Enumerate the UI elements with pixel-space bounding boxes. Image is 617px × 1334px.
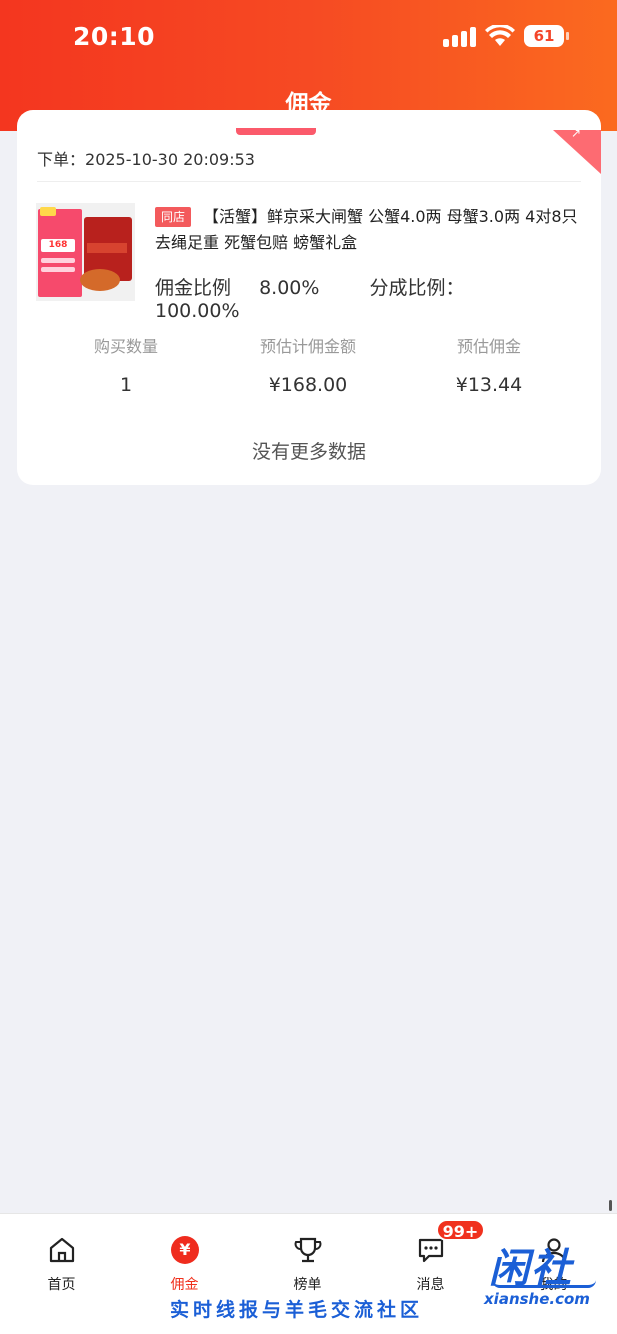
stat-label: 预估计佣金额 xyxy=(259,337,356,356)
corner-ribbon-mark-icon: ↗ xyxy=(570,126,581,140)
corner-ribbon xyxy=(553,130,601,174)
watermark-swoosh xyxy=(492,1280,596,1288)
tab-home[interactable]: 首页 xyxy=(0,1214,123,1304)
rates-row: 佣金比例 8.00% 分成比例： 100.00% xyxy=(155,273,601,322)
stat-estimated-commission: 预估佣金 ¥13.44 xyxy=(394,333,584,396)
message-badge: 99+ xyxy=(436,1219,485,1241)
commission-rate: 佣金比例 8.00% xyxy=(155,277,341,299)
shop-tag: 同店 xyxy=(155,207,191,227)
no-more-data-text: 没有更多数据 xyxy=(251,441,366,463)
order-card[interactable]: ↗ 下单：2025-10-30 20:09:53 168 【活蟹】鲜京采大闸蟹 … xyxy=(17,110,601,485)
stat-value: ¥168.00 xyxy=(268,374,348,396)
battery-icon: 61 xyxy=(524,25,569,47)
order-time: 下单：2025-10-30 20:09:53 xyxy=(37,146,255,170)
battery-level: 61 xyxy=(524,25,564,47)
tab-label: 佣金 xyxy=(170,1277,199,1293)
tab-label: 首页 xyxy=(47,1277,76,1293)
status-time: 20:10 xyxy=(73,22,156,51)
tab-label: 消息 xyxy=(416,1277,445,1293)
watermark-domain: xianshe.com xyxy=(484,1290,590,1308)
scrollbar-thumb[interactable] xyxy=(609,1200,612,1211)
order-time-label: 下单： xyxy=(37,150,86,169)
bottom-tab-bar: 首页 ¥ 佣金 榜单 消息 99+ 我的 实时线报与羊毛交流社区 闲社 xian… xyxy=(0,1213,617,1334)
product-title[interactable]: 【活蟹】鲜京采大闸蟹 公蟹4.0两 母蟹3.0两 4对8只 去绳足重 死蟹包赔 … xyxy=(155,204,585,256)
stat-estimated-amount: 预估计佣金额 ¥168.00 xyxy=(213,333,403,396)
watermark-slogan: 实时线报与羊毛交流社区 xyxy=(170,1299,424,1321)
message-icon xyxy=(418,1238,444,1263)
share-rate-label: 分成比例： xyxy=(369,277,465,299)
commission-rate-label: 佣金比例 xyxy=(155,277,232,299)
home-icon xyxy=(49,1237,75,1263)
tab-ranking[interactable]: 榜单 xyxy=(246,1214,369,1304)
wifi-icon xyxy=(485,25,515,46)
tab-commission[interactable]: ¥ 佣金 xyxy=(123,1214,246,1304)
card-tab-marker xyxy=(236,128,316,135)
product-image-price: 168 xyxy=(41,239,75,252)
stat-label: 预估佣金 xyxy=(456,337,521,356)
stat-value: 1 xyxy=(119,374,133,396)
tab-label: 榜单 xyxy=(293,1277,322,1293)
yen-icon: ¥ xyxy=(171,1236,199,1264)
commission-rate-value: 8.00% xyxy=(259,277,320,299)
order-time-value: 2025-10-30 20:09:53 xyxy=(85,150,255,169)
cellular-signal-icon xyxy=(443,27,476,47)
stat-label: 购买数量 xyxy=(93,337,158,356)
product-image[interactable]: 168 xyxy=(36,203,135,301)
stat-value: ¥13.44 xyxy=(455,374,523,396)
divider xyxy=(37,181,581,182)
share-rate-value: 100.00% xyxy=(155,300,240,322)
stat-quantity: 购买数量 1 xyxy=(31,333,221,396)
trophy-icon xyxy=(294,1237,322,1263)
